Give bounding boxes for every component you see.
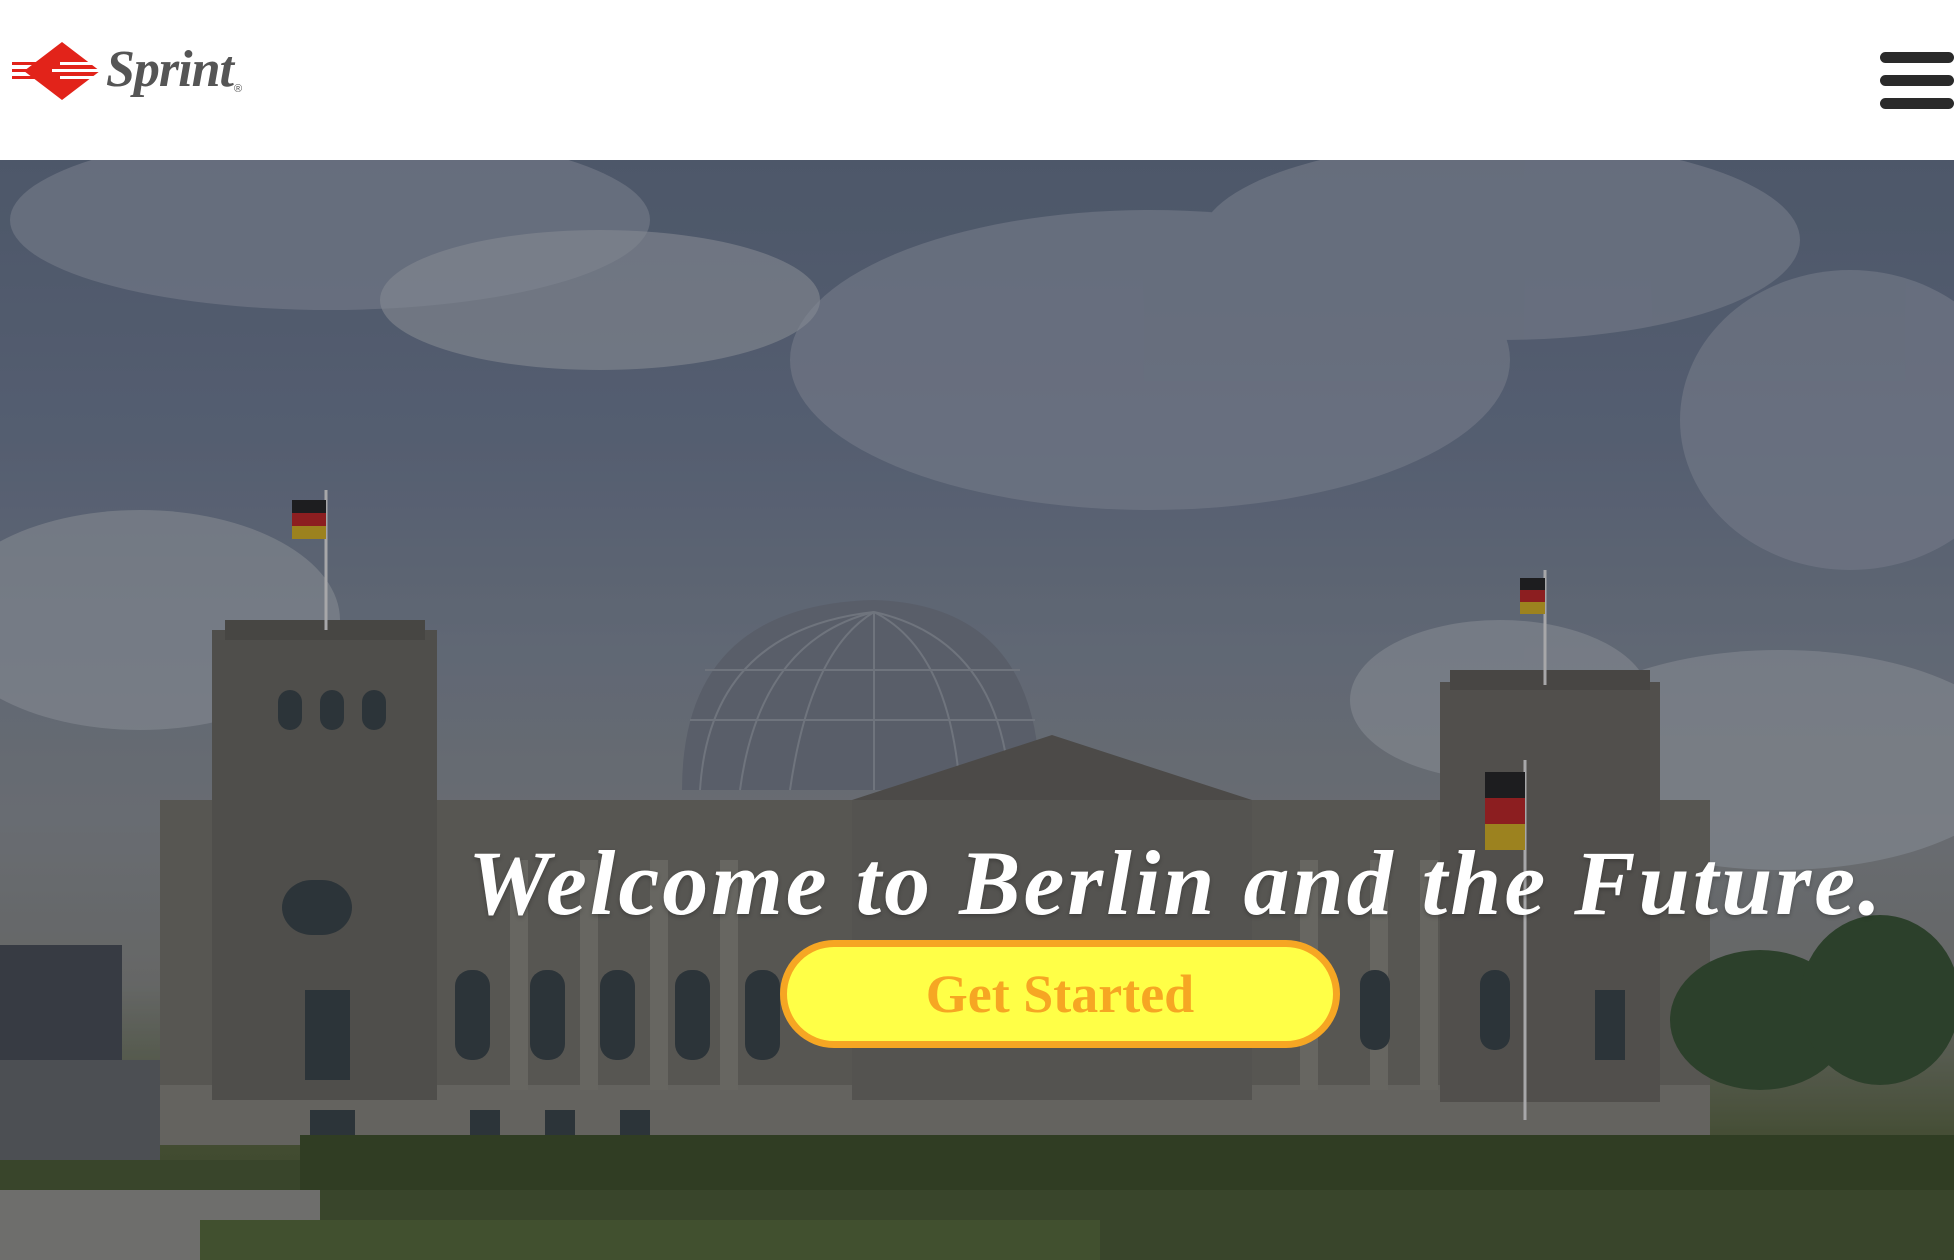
sprint-diamond-logo-icon [12, 42, 112, 100]
logo-wordmark: Sprint [106, 40, 234, 98]
get-started-button[interactable]: Get Started [780, 940, 1340, 1048]
hero-dark-overlay [0, 160, 1954, 1260]
hero-section: Welcome to Berlin and the Future. Get St… [0, 160, 1954, 1260]
hamburger-menu-icon[interactable] [1880, 52, 1954, 110]
hero-headline: Welcome to Berlin and the Future. [468, 832, 1885, 934]
registered-mark: ® [233, 83, 243, 95]
sprint-logo[interactable]: Sprint ® [12, 40, 262, 102]
site-header: Sprint ® [0, 0, 1954, 160]
